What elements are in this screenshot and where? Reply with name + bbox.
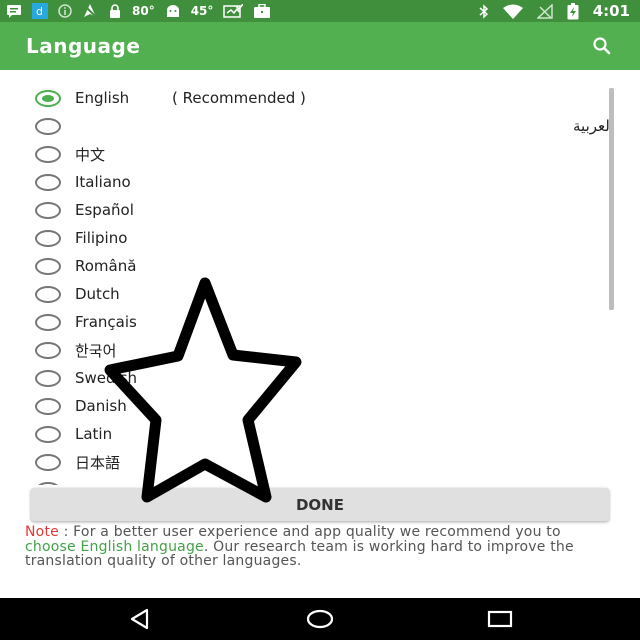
lock-icon	[110, 3, 120, 18]
language-label: Română	[75, 257, 137, 275]
battery-temperature: 45°	[190, 4, 214, 18]
language-option-filipino[interactable]: Filipino	[0, 224, 620, 252]
language-label: Français	[75, 313, 137, 331]
wifi-icon	[502, 4, 523, 19]
radio-danish[interactable]	[35, 397, 61, 415]
language-option-romana[interactable]: Română	[0, 252, 620, 280]
language-label: 日本語	[75, 453, 121, 472]
language-label: العربية	[573, 117, 614, 135]
recommended-label: ( Recommended )	[172, 89, 306, 107]
radio-italiano[interactable]	[35, 173, 61, 191]
language-option-arabic[interactable]: العربية	[0, 112, 620, 140]
home-icon[interactable]	[307, 606, 333, 632]
language-option-danish[interactable]: Danish	[0, 392, 620, 420]
radio-korean[interactable]	[35, 341, 61, 359]
radio-latin[interactable]	[35, 425, 61, 443]
language-label: 中文	[75, 145, 106, 164]
radio-arabic[interactable]	[35, 117, 61, 135]
radio-japanese[interactable]	[35, 453, 61, 471]
radio-filipino[interactable]	[35, 229, 61, 247]
photo-check-icon	[223, 4, 244, 18]
info-icon	[58, 4, 72, 18]
radio-francais[interactable]	[35, 313, 61, 331]
radio-espanol[interactable]	[35, 201, 61, 219]
language-option-swedish[interactable]: Swedish	[0, 364, 620, 392]
status-bar: d 80° 45° 4:01	[0, 0, 640, 22]
no-signal-icon	[536, 3, 553, 19]
language-option-korean[interactable]: 한국어	[0, 336, 620, 364]
app-bar: Language	[0, 22, 640, 70]
briefcase-icon	[254, 4, 271, 18]
bluetooth-icon	[479, 3, 488, 19]
language-option-italiano[interactable]: Italiano	[0, 168, 620, 196]
no-location-icon	[83, 4, 97, 18]
system-icons: 4:01	[479, 2, 640, 20]
radio-dutch[interactable]	[35, 285, 61, 303]
back-icon[interactable]	[127, 606, 153, 632]
language-option-dutch[interactable]: Dutch	[0, 280, 620, 308]
language-label: English	[75, 89, 130, 107]
page-title: Language	[26, 34, 141, 58]
list-scrollbar[interactable]	[609, 88, 614, 310]
radio-swedish[interactable]	[35, 369, 61, 387]
radio-partial[interactable]	[35, 481, 61, 485]
message-icon	[7, 5, 21, 18]
language-option-japanese[interactable]: 日本語	[0, 448, 620, 476]
note-text: Note : For a better user experience and …	[25, 525, 605, 569]
language-label: Filipino	[75, 229, 128, 247]
radio-chinese[interactable]	[35, 145, 61, 163]
language-option-english[interactable]: English ( Recommended )	[0, 84, 620, 112]
radio-english[interactable]	[35, 89, 61, 107]
radio-romana[interactable]	[35, 257, 61, 275]
language-list[interactable]: English ( Recommended ) العربية 中文 Itali…	[0, 70, 640, 485]
language-option-espanol[interactable]: Español	[0, 196, 620, 224]
language-option-partial[interactable]	[0, 476, 620, 485]
language-option-francais[interactable]: Français	[0, 308, 620, 336]
android-icon	[166, 5, 179, 17]
language-label: Swedish	[75, 369, 138, 387]
recents-icon[interactable]	[487, 606, 513, 632]
language-label: Dutch	[75, 285, 120, 303]
done-button[interactable]: DONE	[31, 488, 609, 521]
temperature-reading: 80°	[132, 4, 155, 18]
battery-charging-icon	[567, 2, 579, 19]
language-label: Italiano	[75, 173, 131, 191]
language-label: Danish	[75, 397, 127, 415]
language-label: Español	[75, 201, 134, 219]
notification-icons: d 80° 45°	[0, 3, 271, 19]
clock: 4:01	[592, 2, 630, 20]
language-option-latin[interactable]: Latin	[0, 420, 620, 448]
language-label: 한국어	[75, 341, 117, 360]
language-option-chinese[interactable]: 中文	[0, 140, 620, 168]
search-icon[interactable]	[590, 34, 614, 58]
navigation-bar	[0, 598, 640, 640]
svg-text:d: d	[36, 5, 43, 18]
language-label: Latin	[75, 425, 113, 443]
d-app-icon: d	[32, 3, 48, 19]
